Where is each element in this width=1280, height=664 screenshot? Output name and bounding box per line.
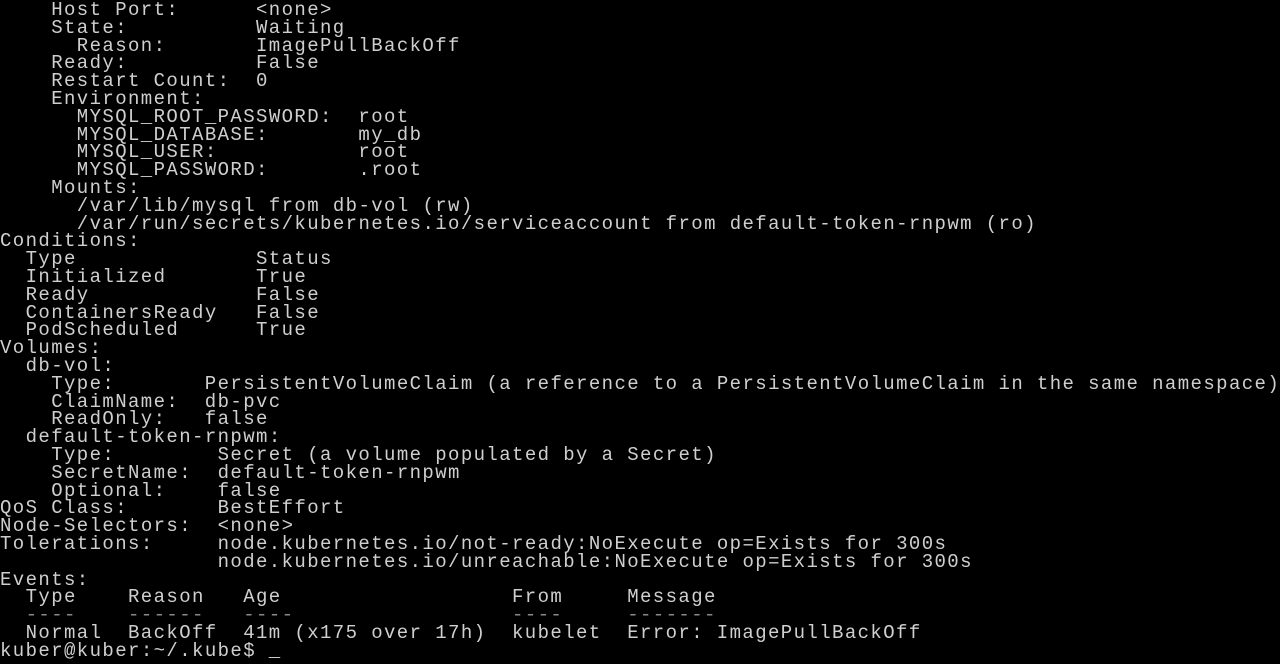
env-var-line: MYSQL_DATABASE: my_db xyxy=(0,125,421,144)
shell-prompt-line[interactable]: kuber@kuber:~/.kube$ _ xyxy=(0,641,280,660)
toleration-value: node.kubernetes.io/unreachable:NoExecute… xyxy=(217,550,973,573)
environment-line: Environment: xyxy=(0,90,203,109)
host-port-line: Host Port: <none> xyxy=(0,1,331,20)
tolerations-line: Tolerations: node.kubernetes.io/not-read… xyxy=(0,535,946,554)
restart-count-line: Restart Count: 0 xyxy=(0,72,267,91)
volume-field: ClaimName: db-pvc xyxy=(0,392,280,411)
terminal-window[interactable]: Host Port: <none> State: Waiting Reason:… xyxy=(0,0,1280,664)
volume-field: Type: Secret (a volume populated by a Se… xyxy=(0,446,715,465)
shell-prompt: kuber@kuber:~/.kube$ xyxy=(0,639,257,662)
event-message: Error: ImagePullBackOff xyxy=(627,622,922,644)
event-from: kubelet xyxy=(512,622,602,644)
volume-name-line: db-vol: xyxy=(0,357,114,376)
volume-field-value: PersistentVolumeClaim (a reference to a … xyxy=(204,372,1280,395)
env-var-value: .root xyxy=(358,159,423,182)
volume-name-line: default-token-rnpwm: xyxy=(0,428,281,447)
env-var-line: MYSQL_ROOT_PASSWORD: root xyxy=(0,107,408,126)
text-cursor[interactable]: _ xyxy=(269,641,282,660)
env-var-line: MYSQL_USER: root xyxy=(0,143,408,162)
condition-status: True xyxy=(256,319,308,342)
state-line: State: Waiting xyxy=(0,18,344,37)
restart-count-value: 0 xyxy=(256,70,269,93)
env-var-line: MYSQL_PASSWORD: .root xyxy=(0,161,421,180)
tolerations-label: Tolerations: xyxy=(0,533,154,555)
mounts-line: Mounts: xyxy=(0,179,139,198)
ready-line: Ready: False xyxy=(0,54,318,73)
volume-field: Type: PersistentVolumeClaim (a reference… xyxy=(0,374,1279,393)
mount-path: /var/run/secrets/kubernetes.io/serviceac… xyxy=(76,212,1037,235)
reason-line: Reason: ImagePullBackOff xyxy=(0,36,460,55)
volume-field: SecretName: default-token-rnpwm xyxy=(0,463,459,482)
mount-item: /var/lib/mysql from db-vol (rw) xyxy=(0,196,472,215)
